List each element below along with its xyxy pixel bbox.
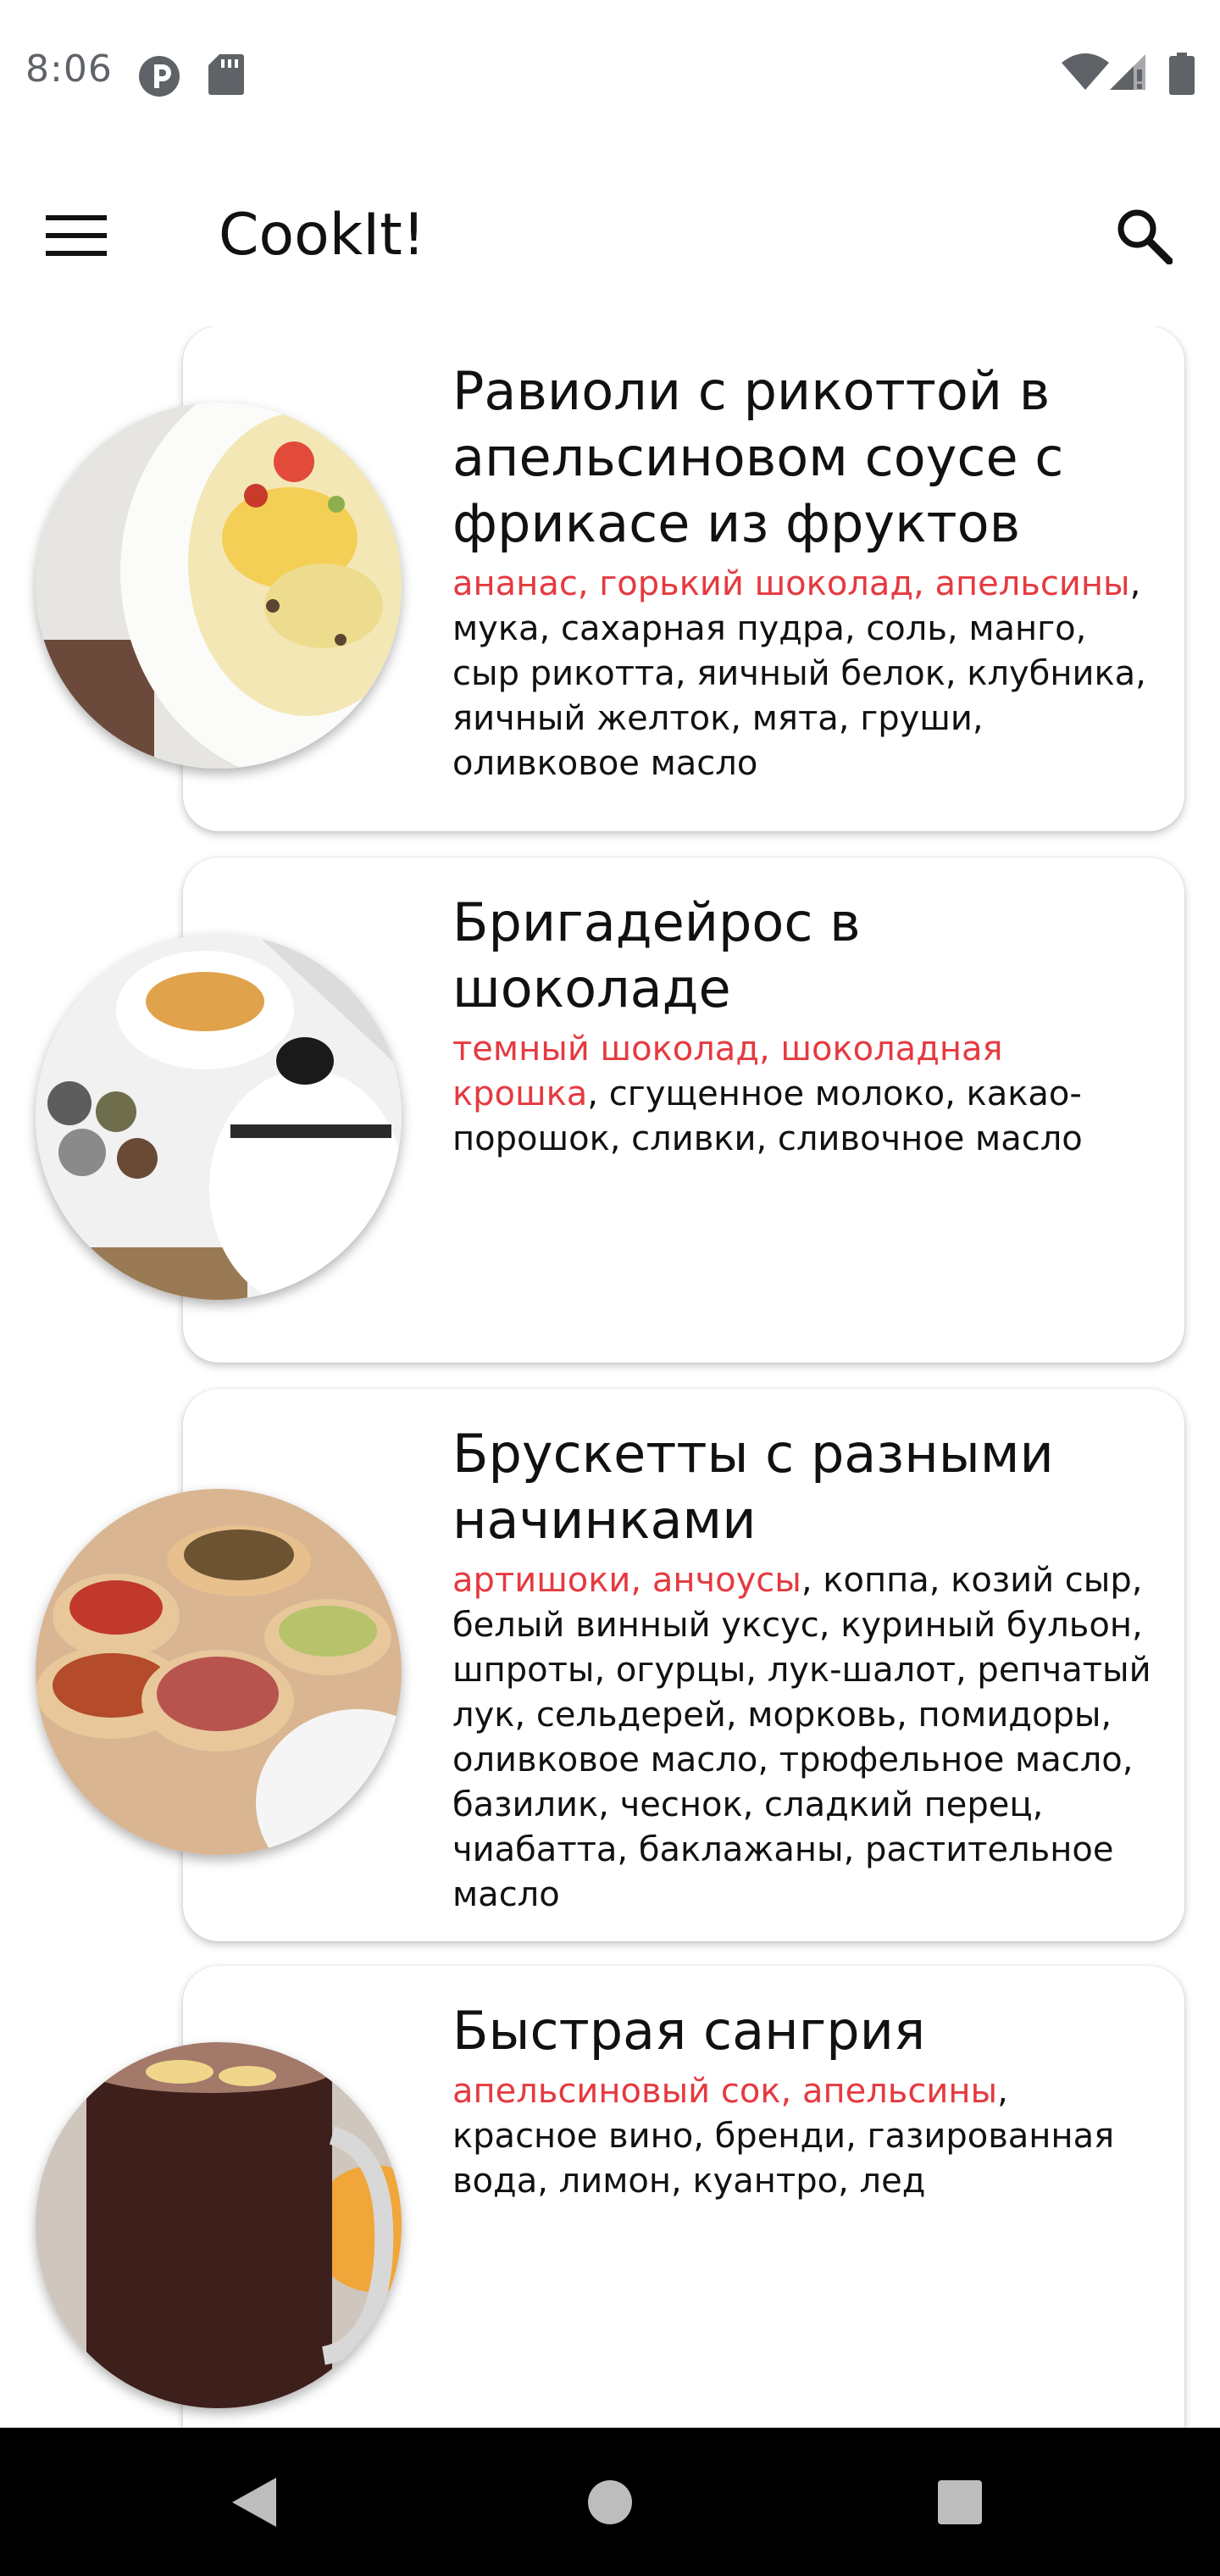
recipe-item[interactable]: Бригадейрос в шоколаде темный шоколад, ш… <box>0 858 1220 1366</box>
recipe-item[interactable]: Брускетты с разными начинками артишоки, … <box>0 1389 1220 1948</box>
back-icon <box>229 2476 280 2532</box>
home-icon <box>586 2479 634 2529</box>
recipe-title: Быстрая сангрия <box>452 2000 926 2062</box>
status-time: 8:06 <box>25 47 113 91</box>
wifi-icon <box>1061 53 1110 95</box>
main-ingredients: артишоки, анчоусы <box>452 1561 801 1600</box>
app-title: CookIt! <box>219 202 426 269</box>
search-icon <box>1115 207 1173 268</box>
menu-button[interactable] <box>34 195 119 280</box>
recipe-photo-sangria <box>36 2042 402 2408</box>
recipe-text: Равиоли с рикоттой в апельсиновом соусе … <box>452 358 1156 786</box>
home-button[interactable] <box>572 2466 648 2542</box>
recipe-item[interactable]: Быстрая сангрия апельсиновый сок, апельс… <box>0 1966 1220 2428</box>
other-ingredients: , коппа, козий сыр, белый винный уксус, … <box>452 1561 1151 1914</box>
recipe-ingredients: ананас, горький шоколад, апельсины, мука… <box>452 562 1156 786</box>
search-button[interactable] <box>1101 195 1186 280</box>
recipe-list[interactable]: Равиоли с рикоттой в апельсиновом соусе … <box>0 326 1220 2428</box>
recipe-item[interactable]: Равиоли с рикоттой в апельсиновом соусе … <box>0 326 1220 835</box>
recipe-text: Бригадейрос в шоколаде темный шоколад, ш… <box>452 890 1156 1162</box>
sd-card-icon <box>208 53 245 100</box>
cellular-signal-icon <box>1108 53 1149 95</box>
recipe-photo-brigadeiros <box>36 934 402 1300</box>
hamburger-menu-icon <box>46 214 107 261</box>
recents-button[interactable] <box>922 2466 998 2542</box>
recipe-text: Брускетты с разными начинками артишоки, … <box>452 1421 1156 1918</box>
app-bar: CookIt! <box>0 161 1220 314</box>
recipe-ingredients: артишоки, анчоусы, коппа, козий сыр, бел… <box>452 1558 1156 1918</box>
navigation-bar <box>0 2428 1220 2576</box>
back-button[interactable] <box>216 2466 292 2542</box>
main-ingredients: ананас, горький шоколад, апельсины <box>452 564 1130 603</box>
recipe-text: Быстрая сангрия апельсиновый сок, апельс… <box>452 1998 1156 2204</box>
screen: 8:06 CookIt! Равиоли с рикоттой в апельс… <box>0 0 1220 2576</box>
battery-icon <box>1169 53 1195 98</box>
recipe-title: Бригадейрос в шоколаде <box>452 891 861 1019</box>
main-ingredients: апельсиновый сок, апельсины <box>452 2072 998 2111</box>
status-bar: 8:06 <box>0 0 1220 148</box>
recipe-photo-bruschetta <box>36 1489 402 1855</box>
recipe-ingredients: темный шоколад, шоколадная крошка, сгуще… <box>452 1027 1156 1162</box>
recipe-title: Брускетты с разными начинками <box>452 1423 1054 1551</box>
recipe-ingredients: апельсиновый сок, апельсины, красное вин… <box>452 2069 1156 2204</box>
recipe-photo-ravioli <box>36 402 402 769</box>
recents-icon <box>936 2479 984 2529</box>
recipe-title: Равиоли с рикоттой в апельсиновом соусе … <box>452 360 1064 554</box>
privacy-indicator-icon <box>136 53 183 103</box>
